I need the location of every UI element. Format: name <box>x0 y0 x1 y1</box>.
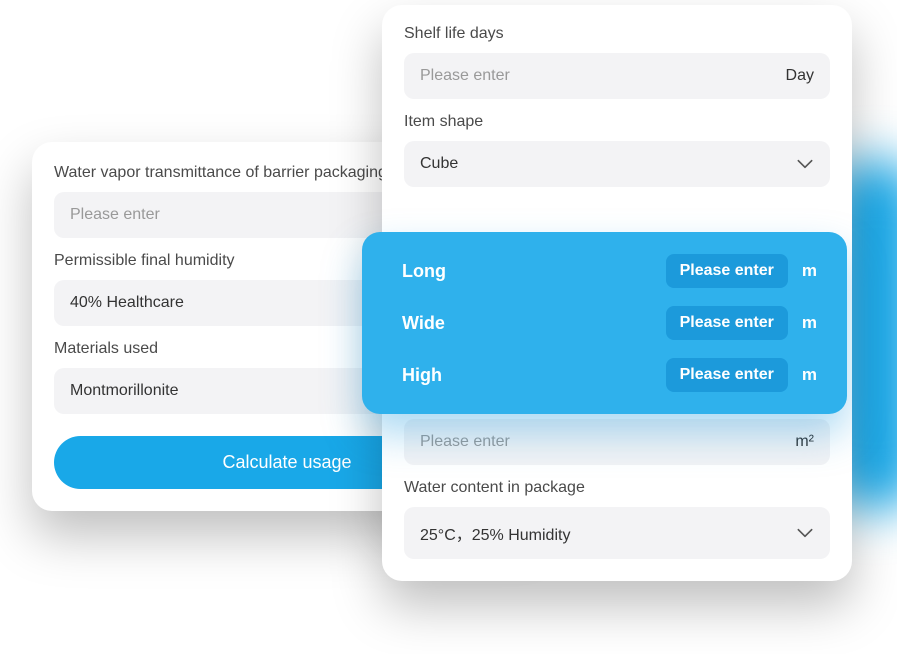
materials-value: Montmorillonite <box>70 382 178 400</box>
shape-label: Item shape <box>404 113 830 131</box>
dimension-unit: m <box>802 313 817 333</box>
water-label: Water content in package <box>404 479 830 497</box>
dimension-input-wide[interactable]: Please enter <box>666 306 788 340</box>
shelf-label: Shelf life days <box>404 25 830 43</box>
surface-input[interactable]: Please enter m² <box>404 419 830 465</box>
dimension-input-long[interactable]: Please enter <box>666 254 788 288</box>
chevron-down-icon <box>796 159 814 169</box>
dimension-row-high: High Please enter m <box>402 358 817 392</box>
shelf-input[interactable]: Please enter Day <box>404 53 830 99</box>
shape-select[interactable]: Cube <box>404 141 830 187</box>
dimension-input-high[interactable]: Please enter <box>666 358 788 392</box>
dimension-label: Long <box>402 261 446 282</box>
dimension-label: High <box>402 365 442 386</box>
water-value: 25°C，25% Humidity <box>420 521 570 545</box>
shelf-suffix: Day <box>786 67 814 85</box>
dimension-label: Wide <box>402 313 445 334</box>
dimension-unit: m <box>802 365 817 385</box>
wvt-placeholder: Please enter <box>70 206 160 224</box>
dimensions-panel: Long Please enter m Wide Please enter m … <box>362 232 847 414</box>
dimension-unit: m <box>802 261 817 281</box>
surface-placeholder: Please enter <box>420 433 510 451</box>
chevron-down-icon <box>796 528 814 538</box>
water-select[interactable]: 25°C，25% Humidity <box>404 507 830 559</box>
dimension-row-long: Long Please enter m <box>402 254 817 288</box>
dimension-row-wide: Wide Please enter m <box>402 306 817 340</box>
humidity-value: 40% Healthcare <box>70 294 184 312</box>
surface-suffix: m² <box>795 433 814 451</box>
shelf-placeholder: Please enter <box>420 67 510 85</box>
shape-value: Cube <box>420 155 458 173</box>
